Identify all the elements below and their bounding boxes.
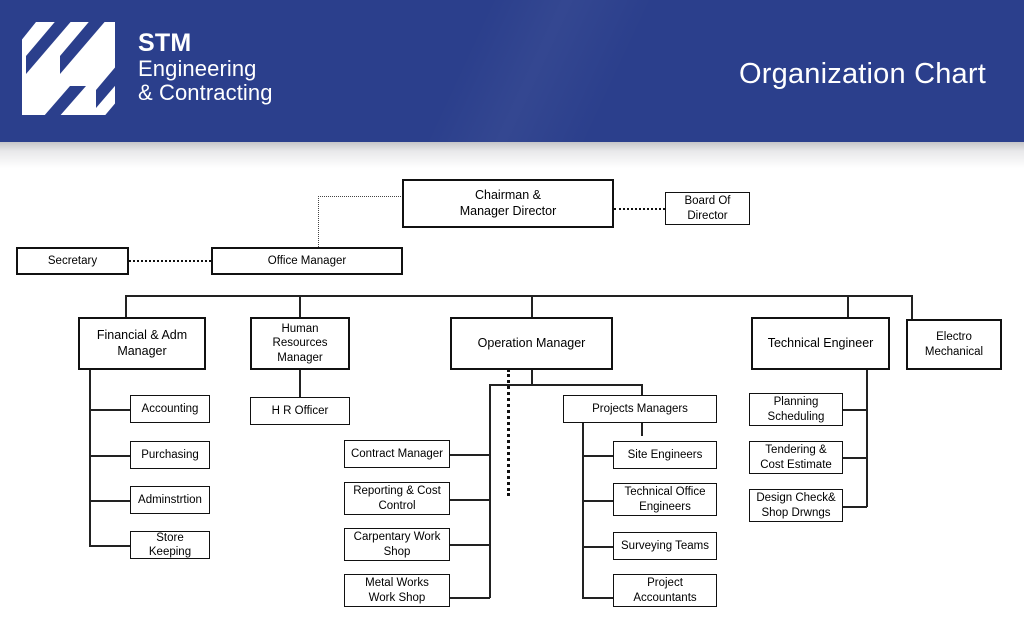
organization-chart: Chairman & Manager Director Board Of Dir…	[0, 142, 1024, 632]
connector-chairman-office-horizontal	[318, 196, 403, 197]
brand-line-contracting: & Contracting	[138, 80, 273, 105]
node-surveying-teams[interactable]: Surveying Teams	[613, 532, 717, 560]
connector-hr-officer	[299, 370, 301, 398]
brand-wordmark: STM Engineering & Contracting	[138, 31, 273, 104]
node-electro-mechanical[interactable]: Electro Mechanical	[906, 319, 1002, 370]
node-human-resources-manager[interactable]: Human Resources Manager	[250, 317, 350, 370]
node-site-engineers[interactable]: Site Engineers	[613, 441, 717, 469]
node-projects-managers[interactable]: Projects Managers	[563, 395, 717, 423]
node-purchasing[interactable]: Purchasing	[130, 441, 210, 469]
node-technical-engineer[interactable]: Technical Engineer	[751, 317, 890, 370]
node-carpentary-work-shop[interactable]: Carpentary Work Shop	[344, 528, 450, 561]
connector-financial-purchasing	[89, 455, 131, 457]
node-office-manager[interactable]: Office Manager	[211, 247, 403, 275]
connector-projects-technical-office	[582, 500, 614, 502]
connector-financial-accounting	[89, 409, 131, 411]
connector-operation-reporting-cost	[450, 499, 490, 501]
connector-chairman-board	[614, 208, 665, 210]
connector-operation-contract-manager	[450, 454, 490, 456]
node-operation-manager[interactable]: Operation Manager	[450, 317, 613, 370]
connector-technical-tendering	[843, 457, 867, 459]
stm-diagonal-stripes-logo-icon	[22, 22, 115, 115]
brand-line-stm: STM	[138, 29, 192, 57]
connector-bus-drop-electro	[911, 295, 913, 319]
connector-chairman-office-vertical	[318, 196, 319, 249]
node-reporting-cost-control[interactable]: Reporting & Cost Control	[344, 482, 450, 515]
connector-operation-drop	[531, 370, 533, 384]
node-accounting[interactable]: Accounting	[130, 395, 210, 423]
connector-projects-surveying	[582, 546, 614, 548]
node-planning-scheduling[interactable]: Planning Scheduling	[749, 393, 843, 426]
connector-projects-accountants	[582, 597, 614, 599]
connector-financial-store-keeping	[89, 545, 131, 547]
node-metal-works-work-shop[interactable]: Metal Works Work Shop	[344, 574, 450, 607]
connector-technical-design-check	[843, 506, 867, 508]
connector-technical-spine	[866, 370, 868, 507]
connector-bus-drop-financial	[125, 295, 127, 317]
node-board-of-director[interactable]: Board Of Director	[665, 192, 750, 225]
connector-bus-drop-technical	[847, 295, 849, 317]
header-banner: STM Engineering & Contracting Organizati…	[0, 0, 1024, 142]
connector-projects-spine	[582, 423, 584, 598]
connector-secretary-office-manager	[129, 260, 211, 262]
node-hr-officer[interactable]: H R Officer	[250, 397, 350, 425]
connector-operation-carpentary	[450, 544, 490, 546]
connector-main-bus	[125, 295, 913, 297]
connector-operation-left-spine	[489, 384, 491, 598]
node-design-check-shop-drwngs[interactable]: Design Check& Shop Drwngs	[749, 489, 843, 522]
brand-line-engineering: Engineering	[138, 56, 257, 81]
node-technical-office-engineers[interactable]: Technical Office Engineers	[613, 483, 717, 516]
node-financial-adm-manager[interactable]: Financial & Adm Manager	[78, 317, 206, 370]
connector-operation-bus	[489, 384, 642, 386]
connector-bus-drop-hr	[299, 295, 301, 317]
node-tendering-cost-estimate[interactable]: Tendering & Cost Estimate	[749, 441, 843, 474]
node-project-accountants[interactable]: Project Accountants	[613, 574, 717, 607]
page-title: Organization Chart	[739, 58, 986, 90]
node-adminstrtion[interactable]: Adminstrtion	[130, 486, 210, 514]
connector-operation-metal-works	[450, 597, 490, 599]
node-contract-manager[interactable]: Contract Manager	[344, 440, 450, 468]
connector-financial-spine	[89, 370, 91, 546]
connector-chairman-spine	[507, 369, 510, 496]
connector-bus-drop-operation	[531, 295, 533, 317]
connector-financial-adminstrtion	[89, 500, 131, 502]
slide-page: STM Engineering & Contracting Organizati…	[0, 0, 1024, 632]
node-store-keeping[interactable]: Store Keeping	[130, 531, 210, 559]
node-secretary[interactable]: Secretary	[16, 247, 129, 275]
connector-projects-site-engineers	[582, 455, 614, 457]
connector-technical-planning	[843, 409, 867, 411]
node-chairman[interactable]: Chairman & Manager Director	[402, 179, 614, 228]
